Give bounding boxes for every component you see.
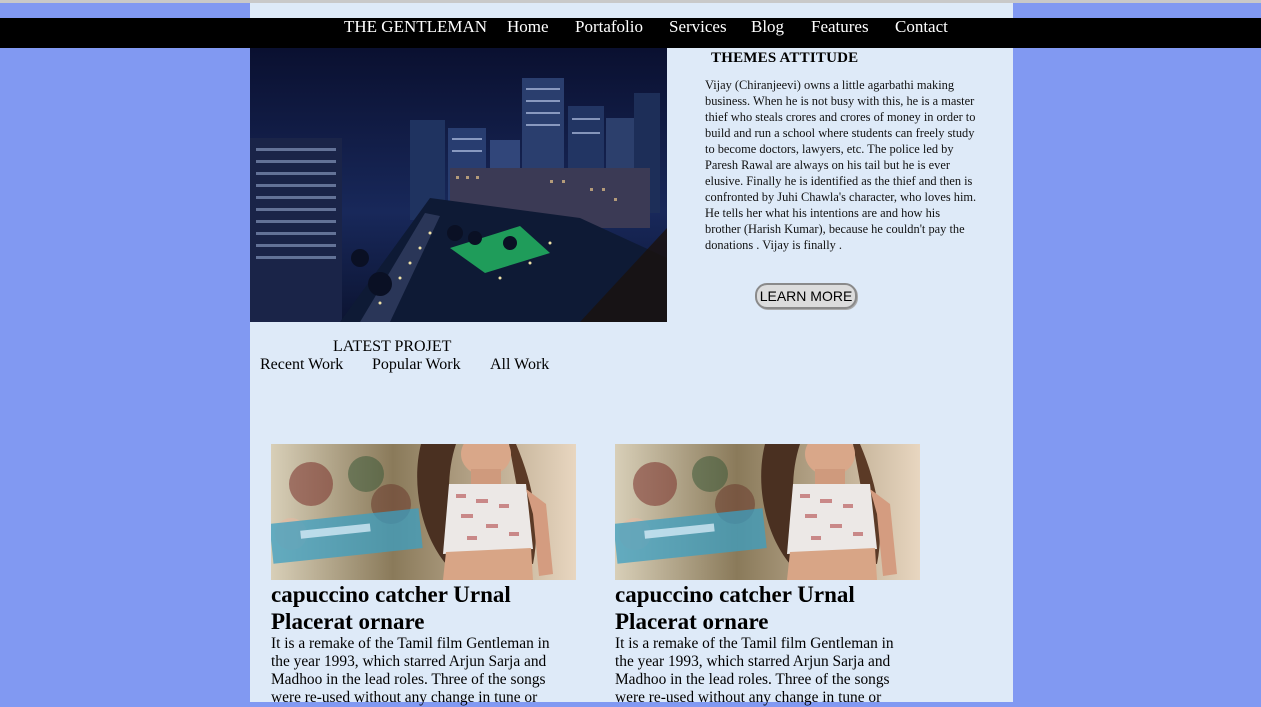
city-night-photo	[250, 48, 667, 322]
card-text: It is a remake of the Tamil film Gentlem…	[271, 635, 550, 706]
brand-link[interactable]: THE GENTLEMAN	[344, 18, 487, 36]
project-card: capuccino catcher Urnal Placerat ornare …	[615, 444, 925, 707]
nav-contact[interactable]: Contact	[895, 18, 948, 36]
nav-blog[interactable]: Blog	[751, 18, 784, 36]
nav-services[interactable]: Services	[669, 18, 727, 36]
theme-description: Vijay (Chiranjeevi) owns a little agarba…	[705, 78, 977, 252]
tab-all-work[interactable]: All Work	[490, 356, 549, 374]
nav-portafolio[interactable]: Portafolio	[575, 18, 643, 36]
latest-projects-title: LATEST PROJET	[333, 338, 452, 355]
project-card: capuccino catcher Urnal Placerat ornare …	[271, 444, 581, 707]
tab-recent-work[interactable]: Recent Work	[260, 356, 343, 374]
theme-title: THEMES ATTITUDE	[711, 50, 859, 66]
learn-more-button[interactable]: LEARN MORE	[755, 283, 857, 309]
woman-portrait-photo	[615, 444, 920, 580]
card-title: capuccino catcher Urnal Placerat ornare	[615, 582, 855, 634]
card-title: capuccino catcher Urnal Placerat ornare	[271, 582, 511, 634]
tab-popular-work[interactable]: Popular Work	[372, 356, 461, 374]
nav-features[interactable]: Features	[811, 18, 869, 36]
card-text: It is a remake of the Tamil film Gentlem…	[615, 635, 894, 706]
woman-portrait-photo	[271, 444, 576, 580]
nav-home[interactable]: Home	[507, 18, 549, 36]
navbar: THE GENTLEMAN Home Portafolio Services B…	[0, 18, 1261, 48]
